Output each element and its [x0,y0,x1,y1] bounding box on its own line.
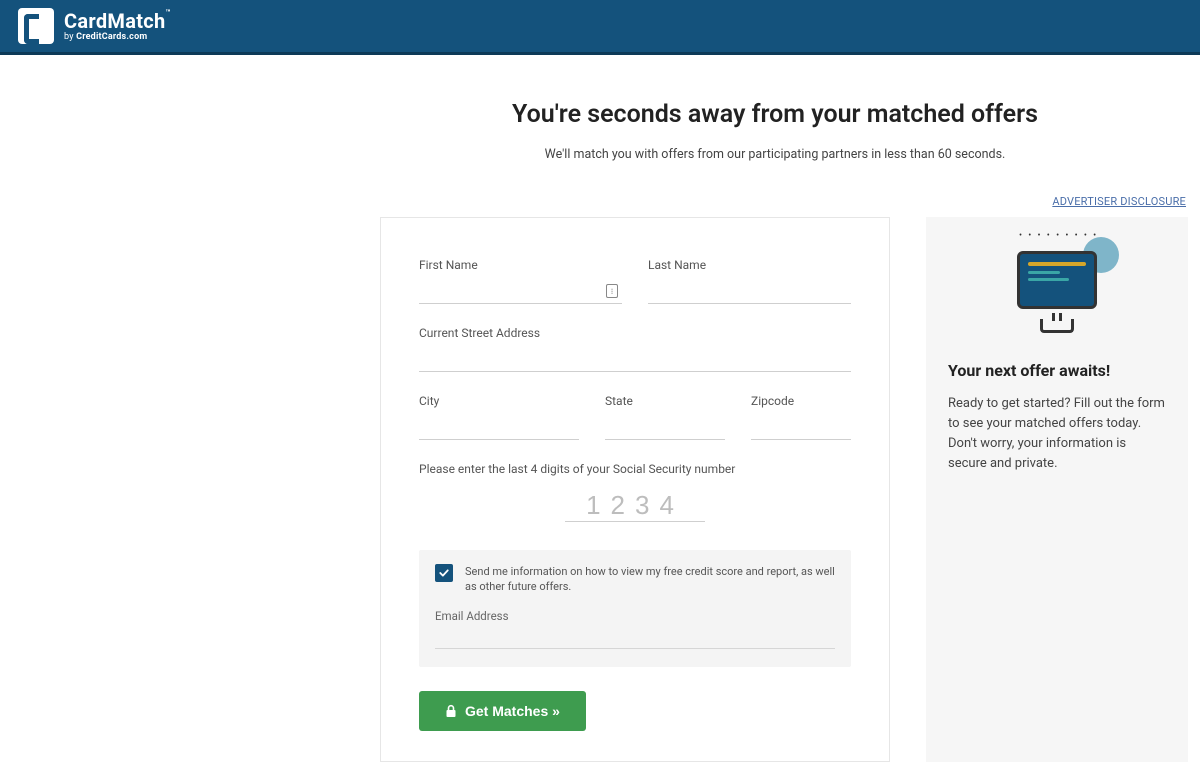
street-label: Current Street Address [419,326,851,340]
city-label: City [419,394,579,408]
email-label: Email Address [435,609,835,623]
last-name-field-wrap: Last Name [648,258,851,304]
last-name-label: Last Name [648,258,851,272]
city-input[interactable] [419,416,579,440]
get-matches-label: Get Matches » [465,703,560,719]
brand-name: CardMatch™ [64,11,171,31]
info-sidebar: • • • • • • • • • Your next offer awaits… [926,217,1188,762]
zip-label: Zipcode [751,394,851,408]
state-label: State [605,394,725,408]
city-field-wrap: City [419,394,579,440]
sidebar-title: Your next offer awaits! [948,361,1166,380]
logo-icon [18,8,54,44]
zip-field-wrap: Zipcode [751,394,851,440]
page-title: You're seconds away from your matched of… [380,100,1170,129]
street-input[interactable] [419,348,851,372]
email-opt-in-panel: Send me information on how to view my fr… [419,550,851,667]
ssn-label: Please enter the last 4 digits of your S… [419,462,851,476]
opt-in-text: Send me information on how to view my fr… [465,564,835,595]
get-matches-button[interactable]: Get Matches » [419,691,586,731]
street-field-wrap: Current Street Address [419,326,851,372]
brand-byline: by CreditCards.com [64,33,171,42]
state-input[interactable] [605,416,725,440]
match-form: First Name ⁝ Last Name Current Street Ad… [380,217,890,762]
top-header: CardMatch™ by CreditCards.com [0,0,1200,55]
lock-icon [445,704,457,718]
zip-input[interactable] [751,416,851,440]
monitor-illustration: • • • • • • • • • [948,243,1166,331]
ssn-last4-input[interactable] [565,490,705,522]
brand-logo[interactable]: CardMatch™ by CreditCards.com [18,8,171,44]
state-field-wrap: State [605,394,725,440]
email-input[interactable] [435,627,835,647]
autofill-icon: ⁝ [606,284,618,298]
opt-in-checkbox[interactable] [435,564,453,582]
first-name-field-wrap: First Name ⁝ [419,258,622,304]
first-name-label: First Name [419,258,622,272]
check-icon [438,567,450,579]
advertiser-disclosure-link[interactable]: ADVERTISER DISCLOSURE [1052,195,1186,208]
last-name-input[interactable] [648,280,851,304]
first-name-input[interactable] [419,280,622,304]
sidebar-body: Ready to get started? Fill out the form … [948,394,1166,475]
page-subtitle: We'll match you with offers from our par… [380,147,1170,162]
